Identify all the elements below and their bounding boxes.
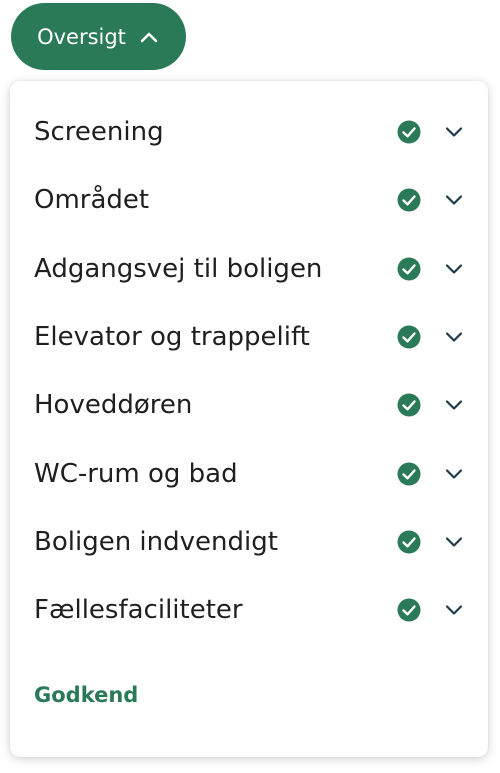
- check-circle-icon: [397, 598, 421, 622]
- check-circle-icon: [397, 462, 421, 486]
- section-row[interactable]: Elevator og trappelift: [10, 303, 488, 371]
- section-row[interactable]: Området: [10, 166, 488, 234]
- approve-button[interactable]: Godkend: [34, 683, 138, 707]
- check-circle-icon: [397, 393, 421, 417]
- overview-toggle-button[interactable]: Oversigt: [11, 3, 186, 70]
- check-circle-icon: [397, 325, 421, 349]
- section-label: Adgangsvej til boligen: [34, 253, 323, 284]
- overview-toggle-label: Oversigt: [37, 24, 126, 49]
- section-label: Hoveddøren: [34, 390, 193, 421]
- section-label: WC-rum og bad: [34, 458, 238, 489]
- section-row[interactable]: Hoveddøren: [10, 371, 488, 439]
- section-label: Området: [34, 185, 150, 216]
- chevron-down-icon[interactable]: [443, 189, 465, 211]
- section-row[interactable]: Screening: [10, 98, 488, 166]
- section-label: Boligen indvendigt: [34, 526, 278, 557]
- section-row[interactable]: Adgangsvej til boligen: [10, 235, 488, 303]
- chevron-down-icon[interactable]: [443, 599, 465, 621]
- chevron-up-icon: [138, 26, 160, 48]
- section-label: Elevator og trappelift: [34, 322, 310, 353]
- chevron-down-icon[interactable]: [443, 326, 465, 348]
- chevron-down-icon[interactable]: [443, 463, 465, 485]
- section-row[interactable]: WC-rum og bad: [10, 439, 488, 507]
- chevron-down-icon[interactable]: [443, 394, 465, 416]
- check-circle-icon: [397, 188, 421, 212]
- chevron-down-icon[interactable]: [443, 258, 465, 280]
- section-label: Fællesfaciliteter: [34, 595, 243, 626]
- check-circle-icon: [397, 257, 421, 281]
- overview-panel: Screening Området Adgangsvej til boligen El…: [10, 81, 488, 757]
- check-circle-icon: [397, 120, 421, 144]
- chevron-down-icon[interactable]: [443, 121, 465, 143]
- section-row[interactable]: Boligen indvendigt: [10, 508, 488, 576]
- check-circle-icon: [397, 530, 421, 554]
- section-list: Screening Området Adgangsvej til boligen El…: [10, 98, 488, 644]
- section-row[interactable]: Fællesfaciliteter: [10, 576, 488, 644]
- section-label: Screening: [34, 117, 164, 148]
- chevron-down-icon[interactable]: [443, 531, 465, 553]
